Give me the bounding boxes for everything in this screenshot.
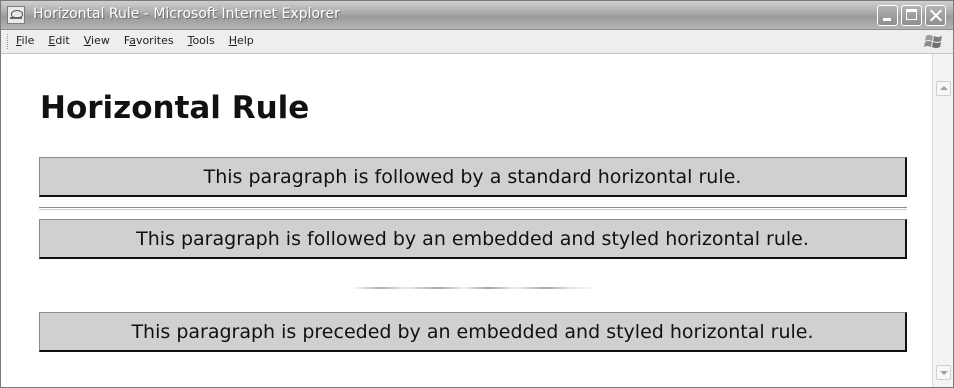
page-title: Horizontal Rule [40,90,310,126]
menu-favorites[interactable]: Favorites [124,34,174,47]
menu-help[interactable]: Help [229,34,254,47]
menu-help-accesskey: H [228,34,237,47]
menu-bar: File Edit View Favorites Tools Help [1,30,953,54]
menu-tools[interactable]: Tools [188,34,215,47]
windows-flag-icon [924,35,942,48]
toolbar-grip[interactable] [7,34,10,49]
menu-view-accesskey: V [83,34,92,47]
paragraph-followed-styled-rule: This paragraph is followed by an embedde… [39,219,907,259]
menu-favorites-accesskey: a [129,34,136,47]
styled-horizontal-rule [351,287,601,289]
menu-tools-accesskey: T [187,34,193,47]
close-button[interactable] [925,5,946,26]
scroll-down-icon[interactable] [936,365,951,380]
paragraph-standard-rule: This paragraph is followed by a standard… [39,157,907,197]
scroll-up-icon[interactable] [936,81,951,96]
menu-view[interactable]: View [84,34,110,47]
page-content: Horizontal Rule This paragraph is follow… [11,54,932,387]
title-bar[interactable]: Horizontal Rule - Microsoft Internet Exp… [1,1,953,30]
browser-window: Horizontal Rule - Microsoft Internet Exp… [0,0,954,388]
menu-file[interactable]: File [16,34,34,47]
menu-file-accesskey: F [16,34,22,47]
vertical-scrollbar[interactable] [932,54,953,387]
paragraph-preceded-styled-rule: This paragraph is preceded by an embedde… [39,312,907,352]
internet-explorer-icon[interactable] [7,6,25,24]
window-title: Horizontal Rule - Microsoft Internet Exp… [33,6,340,22]
menu-edit[interactable]: Edit [48,34,69,47]
menu-edit-accesskey: E [48,34,56,47]
maximize-button[interactable] [901,5,922,26]
minimize-button[interactable] [877,5,898,26]
standard-horizontal-rule [39,207,907,209]
